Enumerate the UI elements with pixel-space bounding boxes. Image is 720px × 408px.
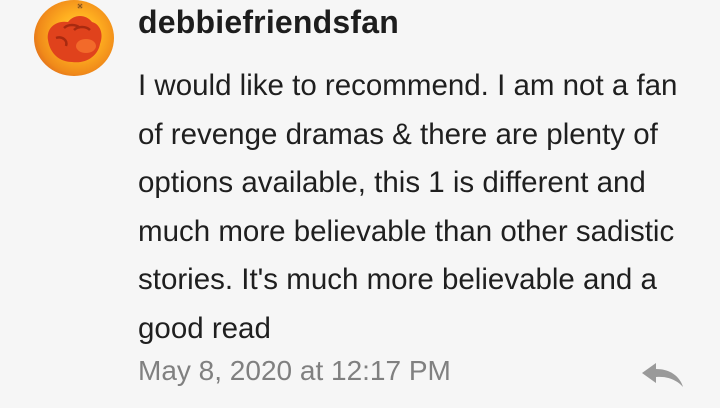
avatar[interactable] bbox=[34, 0, 114, 76]
comment-text: I would like to recommend. I am not a fa… bbox=[138, 69, 678, 345]
username[interactable]: debbiefriendsfan bbox=[138, 4, 399, 41]
comment-timestamp: May 8, 2020 at 12:17 PM bbox=[138, 355, 451, 386]
reply-arrow-icon bbox=[642, 363, 683, 387]
fist-avatar-icon bbox=[47, 3, 102, 63]
reply-button[interactable] bbox=[638, 358, 688, 392]
comment: debbiefriendsfan I would like to recomme… bbox=[0, 0, 720, 408]
